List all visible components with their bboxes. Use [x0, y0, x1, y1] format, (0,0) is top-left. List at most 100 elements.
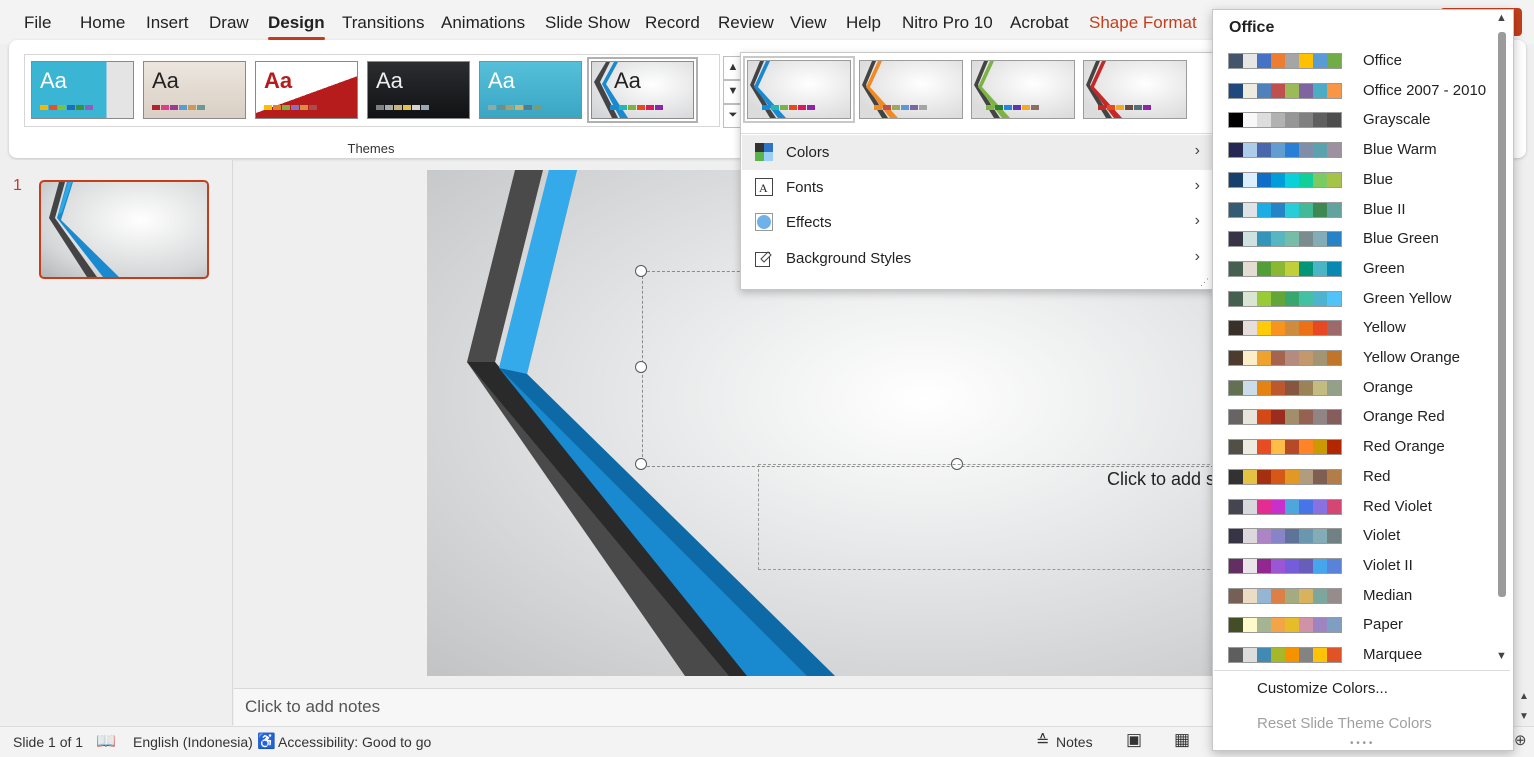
theme-thumbnail-selected[interactable]: Aa — [587, 57, 698, 123]
slide-thumbnail[interactable] — [39, 180, 209, 279]
palette-swatch — [1257, 588, 1271, 603]
tab-insert[interactable]: Insert — [146, 13, 189, 33]
palette-swatch — [1257, 232, 1271, 247]
variant-thumbnail[interactable] — [859, 60, 963, 119]
effects-menu-item[interactable]: Effects › — [742, 205, 1212, 240]
palette-swatch — [1327, 351, 1341, 365]
background-styles-menu-item[interactable]: Background Styles › — [742, 241, 1212, 276]
spelling-check-icon[interactable]: 📖 — [96, 731, 116, 751]
theme-thumbnail[interactable]: Aa — [31, 61, 134, 119]
tab-animations[interactable]: Animations — [441, 13, 525, 33]
color-palette-item[interactable]: Office — [1214, 46, 1492, 75]
theme-thumbnail[interactable]: Aa — [367, 61, 470, 119]
palette-swatch — [1229, 232, 1243, 247]
color-palette-item[interactable]: Yellow — [1214, 313, 1492, 342]
color-palette-item[interactable]: Blue Warm — [1214, 135, 1492, 164]
subtitle-placeholder[interactable]: Click to add s — [758, 464, 1227, 570]
tab-record[interactable]: Record — [645, 13, 700, 33]
resize-handle[interactable] — [635, 458, 647, 470]
resize-handle[interactable] — [635, 265, 647, 277]
color-palette-item[interactable]: Violet — [1214, 521, 1492, 550]
language-indicator[interactable]: English (Indonesia) — [133, 734, 253, 750]
palette-name: Orange Red — [1363, 408, 1445, 426]
color-palette-item[interactable]: Office 2007 - 2010 — [1214, 76, 1492, 105]
color-palette-item[interactable]: Marquee — [1214, 640, 1492, 669]
palette-swatch — [1257, 648, 1271, 662]
notes-pane[interactable] — [234, 688, 1219, 727]
tab-nitro-pro[interactable]: Nitro Pro 10 — [902, 13, 993, 33]
chevron-right-icon: › — [1194, 142, 1200, 159]
tab-slide-show[interactable]: Slide Show — [545, 13, 630, 33]
color-palette-item[interactable]: Orange Red — [1214, 402, 1492, 431]
fit-slide-icon[interactable]: ⊕ — [1514, 731, 1527, 749]
palette-swatch — [1285, 261, 1299, 276]
slide-count[interactable]: Slide 1 of 1 — [13, 734, 83, 750]
palette-swatches — [1228, 231, 1342, 248]
colors-scrollbar[interactable]: ▲ ▼ — [1494, 12, 1510, 667]
scrollbar-thumb[interactable] — [1498, 32, 1506, 597]
theme-thumbnail[interactable]: Aa — [143, 61, 246, 119]
color-palette-item[interactable]: Red — [1214, 462, 1492, 491]
scroll-down-icon[interactable]: ▼ — [1496, 650, 1507, 662]
color-palette-item[interactable]: Green Yellow — [1214, 284, 1492, 313]
color-palette-item[interactable]: Grayscale — [1214, 105, 1492, 134]
theme-thumbnail[interactable]: Aa — [479, 61, 582, 119]
color-palette-item[interactable]: Violet II — [1214, 551, 1492, 580]
tab-transitions[interactable]: Transitions — [342, 13, 425, 33]
palette-swatch — [1299, 499, 1313, 514]
palette-swatch — [1271, 351, 1285, 365]
tab-view[interactable]: View — [790, 13, 827, 33]
palette-name: Orange — [1363, 378, 1414, 396]
palette-name: Red — [1363, 467, 1391, 485]
color-palette-item[interactable]: Green — [1214, 254, 1492, 283]
resize-grip-icon[interactable]: • • • • — [1350, 738, 1372, 749]
color-palette-item[interactable]: Red Orange — [1214, 432, 1492, 461]
palette-swatches — [1228, 260, 1342, 277]
color-palette-item[interactable]: Blue — [1214, 165, 1492, 194]
tab-file[interactable]: File — [24, 13, 51, 33]
palette-swatch — [1229, 618, 1243, 633]
palette-swatches — [1228, 201, 1342, 218]
notes-toggle-button[interactable]: Notes — [1056, 734, 1093, 750]
fonts-menu-item[interactable]: A Fonts › — [742, 170, 1212, 205]
tab-review[interactable]: Review — [718, 13, 774, 33]
color-palette-item[interactable]: Median — [1214, 581, 1492, 610]
resize-grip-icon[interactable]: ⋰ — [1200, 277, 1209, 288]
color-palette-item[interactable]: Paper — [1214, 610, 1492, 639]
palette-swatches — [1228, 350, 1342, 366]
scroll-up-icon[interactable]: ▲ — [1519, 691, 1529, 702]
tab-shape-format[interactable]: Shape Format — [1089, 13, 1197, 33]
slide-sorter-icon[interactable]: ▦ — [1174, 730, 1190, 750]
scroll-up-icon[interactable]: ▲ — [1496, 12, 1507, 24]
tab-home[interactable]: Home — [80, 13, 125, 33]
tab-design[interactable]: Design — [268, 13, 325, 40]
color-palette-item[interactable]: Yellow Orange — [1214, 343, 1492, 372]
customize-colors-item[interactable]: Customize Colors... — [1257, 680, 1388, 697]
color-palette-item[interactable]: Orange — [1214, 373, 1492, 402]
tab-help[interactable]: Help — [846, 13, 881, 33]
themes-group-label: Themes — [347, 141, 395, 156]
color-palette-item[interactable]: Blue Green — [1214, 224, 1492, 253]
title-placeholder[interactable] — [642, 271, 1227, 467]
palette-swatch — [1299, 648, 1313, 662]
scroll-down-icon[interactable]: ▼ — [1519, 711, 1529, 722]
palette-swatch — [1299, 291, 1313, 306]
color-palette-item[interactable]: Blue II — [1214, 195, 1492, 224]
palette-swatch — [1229, 351, 1243, 365]
variant-swatches — [762, 105, 815, 110]
palette-swatch — [1243, 410, 1257, 425]
tab-draw[interactable]: Draw — [209, 13, 249, 33]
variant-thumbnail-selected[interactable] — [743, 56, 855, 123]
normal-view-icon[interactable]: ▣ — [1126, 730, 1142, 750]
accessibility-status[interactable]: Accessibility: Good to go — [278, 734, 431, 750]
tab-acrobat[interactable]: Acrobat — [1010, 13, 1069, 33]
theme-thumbnail[interactable]: Aa — [255, 61, 358, 119]
variant-thumbnail[interactable] — [971, 60, 1075, 119]
palette-name: Violet — [1363, 527, 1401, 545]
theme-swatches — [376, 105, 429, 110]
color-palette-item[interactable]: Red Violet — [1214, 492, 1492, 521]
colors-menu-item[interactable]: Colors › — [742, 135, 1212, 170]
theme-thumbnail-text: Aa — [152, 68, 179, 93]
resize-handle[interactable] — [635, 361, 647, 373]
variant-thumbnail[interactable] — [1083, 60, 1187, 119]
